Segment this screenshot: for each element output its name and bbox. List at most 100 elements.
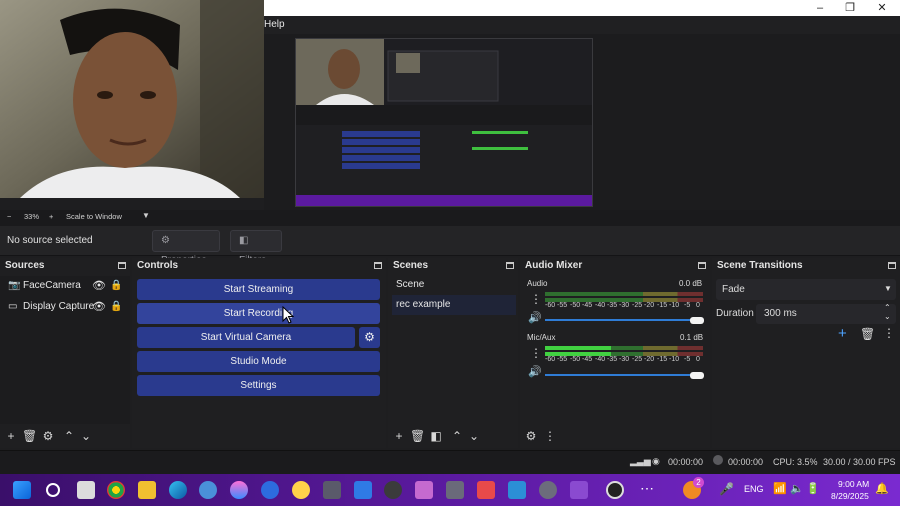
task-view-icon[interactable] (77, 481, 95, 499)
popout-icon[interactable] (118, 262, 126, 269)
start-menu-icon[interactable] (13, 481, 31, 499)
move-down-icon[interactable]: ⌄ (467, 428, 481, 444)
sources-dock: Sources 📷 FaceCamera 👁 🔒 ▭ Display Captu… (0, 258, 130, 448)
menu-help[interactable]: Help (264, 19, 285, 30)
duration-spinbox[interactable]: 300 ms ⌃ ⌄ (756, 303, 896, 324)
add-transition-button[interactable]: + (838, 325, 847, 342)
mic-volume-slider[interactable] (545, 374, 695, 376)
virtual-camera-settings-gear-icon[interactable]: ⚙ (359, 327, 380, 348)
weather-icon[interactable] (292, 481, 310, 499)
zoom-level: 33% (24, 212, 40, 221)
add-scene-button[interactable]: + (392, 428, 406, 444)
zoom-out-button[interactable]: − (7, 212, 11, 221)
media-player-icon[interactable] (384, 481, 402, 499)
notification-badge: 2 (693, 477, 704, 488)
channel-menu-icon[interactable]: ⋮ (530, 346, 542, 360)
search-icon[interactable] (46, 483, 60, 497)
maximize-button[interactable]: ❐ (834, 0, 866, 16)
edge-icon[interactable] (169, 481, 187, 499)
zoom-app-icon[interactable] (261, 481, 279, 499)
clock-time[interactable]: 9:00 AM (838, 479, 869, 489)
sources-list: 📷 FaceCamera 👁 🔒 ▭ Display Capture 👁 🔒 (0, 276, 130, 424)
lock-icon[interactable]: 🔒 (110, 276, 122, 296)
volume-icon[interactable]: 🔈 (790, 482, 804, 495)
webcam-preview-window[interactable] (0, 0, 264, 198)
calculator-icon[interactable] (323, 481, 341, 499)
transition-select[interactable]: Fade ▼ (716, 279, 896, 300)
advanced-audio-gear-icon[interactable]: ⚙ (524, 428, 538, 444)
speaker-icon[interactable]: 🔊 (528, 311, 542, 324)
app-icon[interactable] (230, 481, 248, 499)
filter-icon: ◧ (239, 235, 249, 246)
battery-icon[interactable]: 🔋 (806, 482, 820, 495)
minimize-button[interactable]: – (804, 0, 836, 16)
remove-scene-button[interactable]: 🗑 (410, 428, 425, 444)
popout-icon[interactable] (698, 262, 706, 269)
settings-button[interactable]: Settings (137, 375, 380, 396)
volume-slider-knob[interactable] (690, 317, 704, 324)
start-virtual-camera-button[interactable]: Start Virtual Camera (137, 327, 355, 348)
start-recording-button[interactable]: Start Recording (137, 303, 380, 324)
source-item-facecamera[interactable]: 📷 FaceCamera 👁 🔒 (6, 276, 124, 296)
webcam-feed (0, 0, 264, 198)
transition-menu-icon[interactable]: ⋮ (883, 326, 895, 340)
scene-item[interactable]: Scene (392, 275, 516, 295)
chrome-icon[interactable] (107, 481, 125, 499)
properties-button[interactable]: ⚙ Properties (152, 230, 220, 266)
source-settings-gear-icon[interactable]: ⚙ (41, 428, 55, 444)
obs-icon[interactable] (606, 481, 624, 499)
clock-icon[interactable] (539, 481, 557, 499)
add-source-button[interactable]: + (4, 428, 18, 444)
nested-preview (296, 39, 592, 206)
news-app-icon[interactable] (477, 481, 495, 499)
close-button[interactable]: ✕ (866, 0, 898, 16)
clock-date[interactable]: 8/29/2025 (831, 491, 869, 501)
visibility-eye-icon[interactable]: 👁 (92, 276, 106, 296)
video-editor-icon[interactable] (415, 481, 433, 499)
channel-menu-icon[interactable]: ⋮ (530, 292, 542, 306)
popout-icon[interactable] (888, 262, 896, 269)
move-up-icon[interactable]: ⌃ (62, 428, 76, 444)
scene-filter-icon[interactable]: ◧ (429, 428, 443, 444)
language-indicator[interactable]: ENG (744, 484, 764, 494)
microphone-icon[interactable]: 🎤 (719, 482, 734, 496)
filters-button[interactable]: ◧ Filters (230, 230, 282, 266)
snipping-tool-icon[interactable] (570, 481, 588, 499)
chevron-down-icon[interactable]: ▼ (142, 211, 150, 220)
mixer-menu-icon[interactable]: ⋮ (543, 428, 557, 444)
preview-canvas[interactable] (295, 38, 593, 207)
scene-item-selected[interactable]: rec example (392, 295, 516, 315)
popout-icon[interactable] (506, 262, 514, 269)
mic-volume-slider-knob[interactable] (690, 372, 704, 379)
scale-mode[interactable]: Scale to Window (66, 212, 122, 221)
popout-icon[interactable] (374, 262, 382, 269)
source-item-display-capture[interactable]: ▭ Display Capture 👁 🔒 (6, 297, 124, 317)
lock-icon[interactable]: 🔒 (110, 297, 122, 317)
camera-app-icon[interactable] (446, 481, 464, 499)
move-up-icon[interactable]: ⌃ (450, 428, 464, 444)
microphone-speaker-icon[interactable]: 🔊 (528, 365, 542, 378)
visibility-eye-icon[interactable]: 👁 (92, 297, 106, 317)
menu-bar: Help (264, 16, 900, 34)
volume-slider[interactable] (545, 319, 695, 321)
move-down-icon[interactable]: ⌄ (79, 428, 93, 444)
scenes-title: Scenes (393, 260, 429, 271)
browser-globe-icon[interactable] (199, 481, 217, 499)
paint-app-icon[interactable] (508, 481, 526, 499)
remove-source-button[interactable]: 🗑 (22, 428, 37, 444)
more-apps-icon[interactable]: ⋯ (640, 480, 654, 497)
studio-mode-button[interactable]: Studio Mode (137, 351, 380, 372)
audio-mixer-footer: ⚙ ⋮ (520, 424, 710, 448)
wifi-icon[interactable]: 📶 (773, 482, 787, 495)
start-streaming-button[interactable]: Start Streaming (137, 279, 380, 300)
audio-channel-db: 0.0 dB (679, 279, 703, 288)
scenes-footer: + 🗑 ◧ ⌃ ⌄ (388, 424, 518, 448)
remove-transition-button[interactable]: 🗑 (860, 327, 875, 341)
notifications-bell-icon[interactable]: 🔔 (875, 482, 889, 495)
camera-icon: 📷 (8, 280, 21, 291)
notepad-icon[interactable] (354, 481, 372, 499)
zoom-in-button[interactable]: + (49, 212, 53, 221)
file-explorer-icon[interactable] (138, 481, 156, 499)
decrement-icon[interactable]: ⌄ (884, 312, 891, 321)
increment-icon[interactable]: ⌃ (884, 303, 891, 312)
